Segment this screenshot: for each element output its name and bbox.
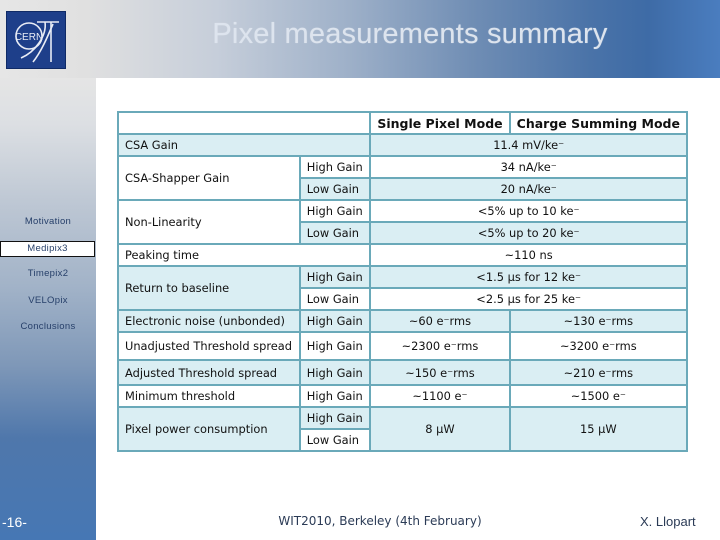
param-cell: CSA-Shapper Gain (117, 155, 301, 201)
value-cell: <5% up to 20 ke⁻ (369, 221, 688, 245)
gain-cell: High Gain (298, 384, 372, 408)
slide-title: Pixel measurements summary (212, 18, 608, 50)
param-cell: Electronic noise (unbonded) (117, 309, 301, 333)
header-blank-cell (116, 111, 372, 135)
gain-cell: High Gain (298, 155, 372, 179)
gain-cell: Low Gain (298, 428, 372, 452)
table-row: Unadjusted Threshold spread High Gain ~2… (117, 331, 689, 361)
csm-value-cell: ~3200 e⁻rms (508, 331, 689, 361)
page-number: -16- (2, 514, 27, 530)
csm-value-cell: ~210 e⁻rms (508, 359, 689, 386)
table-row: Adjusted Threshold spread High Gain ~150… (117, 359, 689, 386)
param-cell: Return to baseline (117, 265, 301, 311)
param-cell: Minimum threshold (117, 384, 301, 408)
value-cell: 11.4 mV/ke⁻ (369, 133, 688, 157)
value-cell: 20 nA/ke⁻ (369, 177, 688, 201)
param-cell: Non-Linearity (117, 199, 301, 245)
param-cell: CSA Gain (116, 133, 372, 157)
param-cell: Adjusted Threshold spread (117, 359, 301, 386)
value-cell: ~110 ns (369, 243, 688, 267)
gain-cell: High Gain (298, 406, 372, 430)
spm-value-cell: ~150 e⁻rms (369, 359, 511, 386)
param-cell: Peaking time (116, 243, 372, 267)
sidebar-item-velopix[interactable]: VELOpix (0, 295, 96, 306)
table-row: Peaking time ~110 ns (116, 243, 688, 267)
value-cell: <1.5 µs for 12 ke⁻ (369, 265, 688, 289)
spm-value-cell: ~2300 e⁻rms (369, 331, 511, 361)
gain-cell: Low Gain (298, 177, 372, 201)
param-cell: Unadjusted Threshold spread (117, 331, 301, 361)
sidebar-item-medipix3[interactable]: Medipix3 (0, 241, 95, 257)
table-row: CSA-Shapper Gain High Gain 34 nA/ke⁻ (117, 155, 688, 201)
gain-cell: High Gain (298, 331, 372, 361)
table-row: Pixel power consumption High Gain 8 µW 1… (117, 406, 689, 452)
sidebar-nav: Motivation Medipix3 Timepix2 VELOpix Con… (0, 78, 96, 540)
table-row: Return to baseline High Gain <1.5 µs for… (117, 265, 688, 311)
table-row: Minimum threshold High Gain ~1100 e⁻ ~15… (117, 384, 689, 408)
measurements-table: Single Pixel Mode Charge Summing Mode CS… (116, 111, 689, 452)
sidebar-item-motivation[interactable]: Motivation (0, 216, 96, 227)
csm-value-cell: ~1500 e⁻ (508, 384, 689, 408)
csm-value-cell: 15 µW (508, 406, 689, 452)
table-row: Electronic noise (unbonded) High Gain ~6… (117, 309, 689, 333)
value-cell: 34 nA/ke⁻ (369, 155, 688, 179)
gain-cell: Low Gain (298, 221, 372, 245)
gain-cell: High Gain (298, 359, 372, 386)
column-header-single-pixel: Single Pixel Mode (369, 111, 511, 135)
gain-cell: High Gain (298, 199, 372, 223)
param-cell: Pixel power consumption (117, 406, 301, 452)
slide-header: CERN Pixel measurements summary (0, 0, 720, 78)
table-row: CSA Gain 11.4 mV/ke⁻ (116, 133, 688, 157)
gain-cell: Low Gain (298, 287, 372, 311)
footer-author: X. Llopart (640, 514, 696, 529)
gain-cell: High Gain (298, 309, 372, 333)
table-row: Non-Linearity High Gain <5% up to 10 ke⁻ (117, 199, 688, 245)
spm-value-cell: 8 µW (369, 406, 511, 452)
footer-event: WIT2010, Berkeley (4th February) (278, 514, 482, 528)
svg-text:CERN: CERN (15, 32, 43, 43)
sidebar-item-conclusions[interactable]: Conclusions (0, 321, 96, 332)
column-header-charge-summing: Charge Summing Mode (508, 111, 689, 135)
value-cell: <2.5 µs for 25 ke⁻ (369, 287, 688, 311)
table-header-row: Single Pixel Mode Charge Summing Mode (116, 111, 689, 135)
gain-cell: High Gain (298, 265, 372, 289)
sidebar-item-timepix2[interactable]: Timepix2 (0, 268, 96, 279)
spm-value-cell: ~60 e⁻rms (369, 309, 511, 333)
csm-value-cell: ~130 e⁻rms (508, 309, 689, 333)
spm-value-cell: ~1100 e⁻ (369, 384, 511, 408)
cern-logo-icon: CERN (6, 11, 66, 69)
value-cell: <5% up to 10 ke⁻ (369, 199, 688, 223)
